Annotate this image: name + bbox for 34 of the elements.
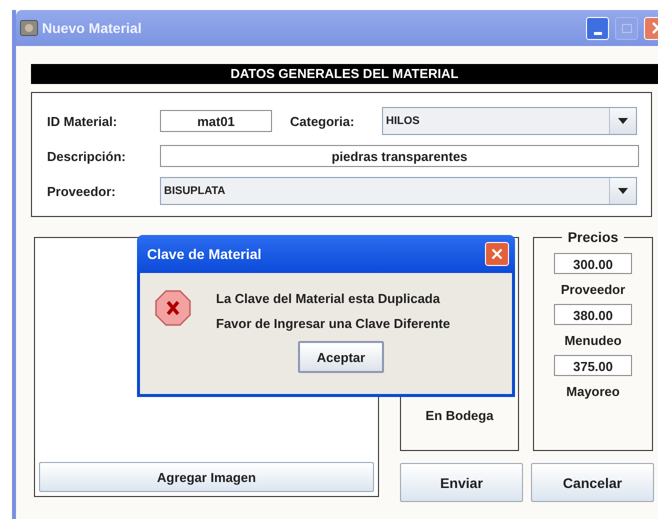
panel-title: Precios — [562, 229, 624, 245]
price-field[interactable]: 375.00 — [554, 355, 632, 376]
stock-label: En Bodega — [426, 408, 494, 423]
window-title: Nuevo Material — [42, 20, 143, 36]
field-label: Categoria: — [290, 114, 356, 128]
error-message: La Clave del Material esta Duplicada — [216, 291, 441, 306]
minimize-icon — [594, 32, 602, 34]
error-message: Favor de Ingresar una Clave Diferente — [216, 316, 450, 331]
supplier-dropdown[interactable]: BISUPLATA — [160, 177, 637, 205]
caret-icon — [618, 118, 628, 124]
dialog-title: Clave de Material — [147, 246, 262, 262]
price-label: Mayoreo — [566, 384, 620, 399]
price-field[interactable]: 380.00 — [554, 304, 632, 325]
maximize-icon — [622, 24, 632, 32]
add-image-button[interactable]: Agregar Imagen — [39, 462, 374, 492]
close-icon — [491, 248, 503, 260]
field-label: Proveedor: — [47, 184, 117, 198]
price-label: Menudeo — [564, 333, 622, 348]
field-label: Descripción: — [47, 148, 127, 164]
id-field[interactable]: mat01 — [160, 110, 272, 132]
caret-icon — [618, 188, 628, 194]
send-button[interactable]: Enviar — [400, 463, 523, 502]
accept-button[interactable]: Aceptar — [298, 341, 384, 373]
section-header: DATOS GENERALES DEL MATERIAL — [31, 64, 658, 84]
error-icon — [154, 289, 192, 327]
field-label: ID Material: — [47, 114, 118, 128]
description-field[interactable]: piedras transparentes — [160, 145, 639, 167]
price-label: Proveedor — [560, 282, 626, 297]
cancel-button[interactable]: Cancelar — [531, 463, 654, 502]
price-field[interactable]: 300.00 — [554, 253, 632, 274]
app-icon — [20, 20, 38, 36]
category-dropdown[interactable]: HILOS — [382, 107, 637, 135]
minimize-button[interactable] — [586, 16, 609, 40]
close-button[interactable] — [485, 242, 509, 266]
